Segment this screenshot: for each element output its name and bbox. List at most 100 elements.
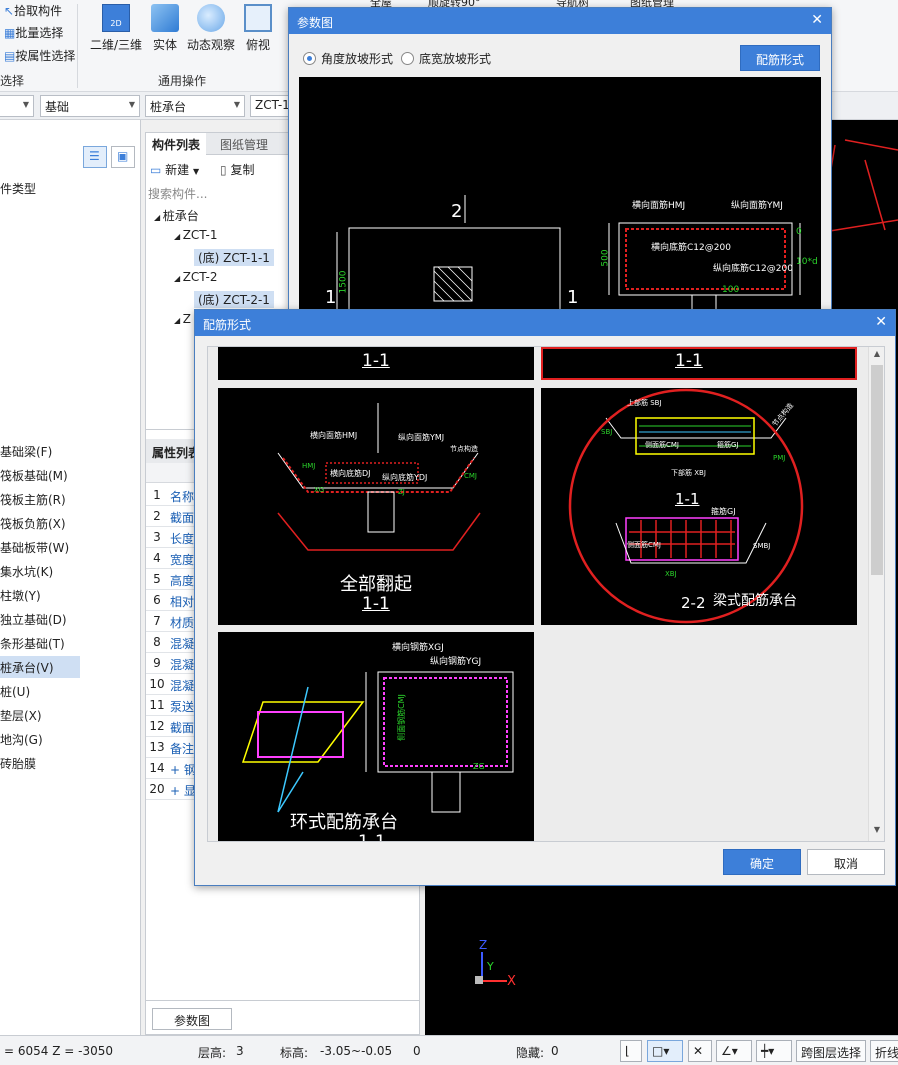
sidebar-item[interactable]: 筏板主筋(R) <box>0 488 140 510</box>
sidebar-item[interactable]: 基础板带(W) <box>0 536 140 558</box>
sidebar-item[interactable]: 柱墩(Y) <box>0 584 140 606</box>
scrollbar[interactable]: ▲ ▼ <box>868 347 884 841</box>
dim-500: 500 <box>600 249 611 267</box>
cross-layer-select-button[interactable]: 跨图层选择 <box>796 1040 866 1062</box>
sidebar-item[interactable]: 桩(U) <box>0 680 140 702</box>
sidebar-item[interactable]: 砖胎膜 <box>0 752 140 774</box>
dialog-title: 参数图 <box>297 16 334 30</box>
list-icon: ☰ <box>89 149 100 163</box>
radio-bottom-width-slope[interactable]: 底宽放坡形式 <box>401 50 491 67</box>
copy-button[interactable]: ▯ 复制 <box>220 161 254 178</box>
expand-caret-icon[interactable]: ◢ <box>154 213 163 222</box>
param-diagram-button[interactable]: 参数图 <box>152 1008 232 1030</box>
sidebar-item[interactable]: 基础梁(F) <box>0 440 140 462</box>
thumb-option-2-selected[interactable]: 1-1 <box>541 347 857 380</box>
tree-item[interactable]: ◢ ZCT-2 <box>174 270 218 284</box>
param-drawing-svg <box>336 195 801 312</box>
expand-caret-icon[interactable]: ◢ <box>174 274 183 283</box>
chevron-down-icon: ▼ <box>193 167 200 176</box>
thumb-label: 横向底筋DJ <box>330 469 371 478</box>
sidebar-item[interactable]: 条形基础(T) <box>0 632 140 654</box>
thumb-beam-rebar-cap[interactable]: 上部筋 SBJ 侧面筋CMJ 箍筋GJ 下部筋 XBJ SBJ PMJ 箍筋GJ… <box>541 388 857 625</box>
row-number: 6 <box>153 593 161 607</box>
tree-item[interactable]: (底) ZCT-1-1 <box>194 249 274 266</box>
tree-item[interactable]: ◢ ZCT-1 <box>174 228 218 242</box>
sidebar-item[interactable]: 地沟(G) <box>0 728 140 750</box>
tab-drawing-manage[interactable]: 图纸管理 <box>214 133 274 155</box>
angle-button[interactable]: ∠▾ <box>716 1040 752 1062</box>
tree-item[interactable]: ◢ Z <box>174 312 191 326</box>
thumb-all-turn-up[interactable]: 横向面筋HMJ 纵向面筋YMJ 横向底筋DJ 纵向底筋YDJ CMJ HMJ X… <box>218 388 534 625</box>
section-number: 2 <box>451 201 463 222</box>
property-name: 备注 <box>170 742 195 756</box>
pick-component-button[interactable]: ↖拾取构件 <box>4 2 62 19</box>
thumb-caption: 梁式配筋承台 <box>713 593 797 609</box>
batch-select-button[interactable]: ▦批量选择 <box>4 24 63 41</box>
cross-button[interactable]: ✕ <box>688 1040 712 1062</box>
radio-angle-slope[interactable]: 角度放坡形式 <box>303 50 393 67</box>
snap-button[interactable]: □▾ <box>647 1040 683 1062</box>
close-icon[interactable]: ✕ <box>875 314 887 330</box>
sidebar-item[interactable]: 独立基础(D) <box>0 608 140 630</box>
sidebar-item[interactable]: 桩承台(V) <box>0 656 80 678</box>
close-icon[interactable]: ✕ <box>811 12 823 28</box>
tree-item-label: ZCT-2 <box>182 270 218 284</box>
floor-select[interactable]: ▼ <box>0 95 34 117</box>
expand-caret-icon[interactable]: ◢ <box>174 316 183 325</box>
angle-icon: ∠▾ <box>721 1044 738 1058</box>
thumb-subcaption: 1-1 <box>675 490 700 508</box>
thumb-subcaption: 2-2 <box>681 594 706 612</box>
thumb-label: 下部筋 XBJ <box>671 469 706 477</box>
thumb-ring-rebar-cap[interactable]: 横向钢筋XGJ 纵向钢筋YGJ 侧面钢筋CMJ ZG 环式配筋承台 1-1 <box>218 632 534 841</box>
tree-item[interactable]: ◢ 桩承台 <box>154 207 199 224</box>
rebar-config-button[interactable]: 配筋形式 <box>740 45 820 71</box>
top-view-icon <box>244 4 272 32</box>
category-select[interactable]: 基础 ▼ <box>40 95 140 117</box>
zero-value: 0 <box>413 1044 421 1058</box>
tree-item-label: (底) ZCT-2-1 <box>198 293 270 307</box>
sidebar-item[interactable]: 筏板负筋(X) <box>0 512 140 534</box>
tab-component-list[interactable]: 构件列表 <box>146 133 207 155</box>
property-name: 截面 <box>170 721 195 735</box>
sidebar-item[interactable]: 垫层(X) <box>0 704 140 726</box>
thumb-option-1[interactable]: 1-1 <box>218 347 534 380</box>
row-number: 1 <box>153 488 161 502</box>
thumb-label: SBJ <box>601 428 613 436</box>
property-name: 材质 <box>170 616 195 630</box>
ortho-button[interactable]: ⌊ <box>620 1040 642 1062</box>
select-by-property-button[interactable]: ▤按属性选择 <box>4 47 75 64</box>
solid-button[interactable]: 实体 <box>148 4 182 53</box>
sidebar-item[interactable]: 筏板基础(M) <box>0 464 140 486</box>
sidebar-item[interactable]: 集水坑(K) <box>0 560 140 582</box>
2d-3d-button[interactable]: 2D 二维/三维 <box>86 4 146 53</box>
list-view-button[interactable]: ☰ <box>83 146 107 168</box>
scroll-down-icon[interactable]: ▼ <box>871 825 883 839</box>
search-input[interactable]: 搜索构件... <box>148 185 288 203</box>
tree-item-label: ZCT-1 <box>182 228 218 242</box>
elevation-value: -3.05~-0.05 <box>320 1044 393 1058</box>
polyline-button[interactable]: 折线 <box>870 1040 898 1062</box>
new-button[interactable]: ▭ 新建 ▼ <box>150 161 199 178</box>
card-view-button[interactable]: ▣ <box>111 146 135 168</box>
offset-button[interactable]: ┿▾ <box>756 1040 792 1062</box>
expand-caret-icon[interactable]: ◢ <box>174 232 183 241</box>
top-view-button[interactable]: 俯视 <box>240 4 276 53</box>
cross-icon: ✕ <box>693 1044 704 1058</box>
ok-button[interactable]: 确定 <box>723 849 801 875</box>
scroll-thumb[interactable] <box>871 365 883 575</box>
h-top-bar-label: 横向面筋HMJ <box>632 201 686 211</box>
scroll-up-icon[interactable]: ▲ <box>871 349 883 363</box>
dialog-title-bar: 配筋形式 <box>195 310 895 336</box>
property-name: + 钢 <box>170 763 196 777</box>
property-name: 长度 <box>170 532 195 546</box>
cancel-button[interactable]: 取消 <box>807 849 885 875</box>
thumb-label: 侧面钢筋CMJ <box>396 694 406 741</box>
type-select[interactable]: 桩承台 ▼ <box>145 95 245 117</box>
component-select[interactable]: ZCT-1 <box>250 95 290 117</box>
snap-icon: □▾ <box>652 1044 670 1058</box>
orbit-button[interactable]: 动态观察 <box>186 4 236 53</box>
property-name: 混凝 <box>170 637 195 651</box>
card-icon: ▣ <box>117 149 129 163</box>
copy-icon: ▯ <box>220 163 227 177</box>
tree-item[interactable]: (底) ZCT-2-1 <box>194 291 274 308</box>
